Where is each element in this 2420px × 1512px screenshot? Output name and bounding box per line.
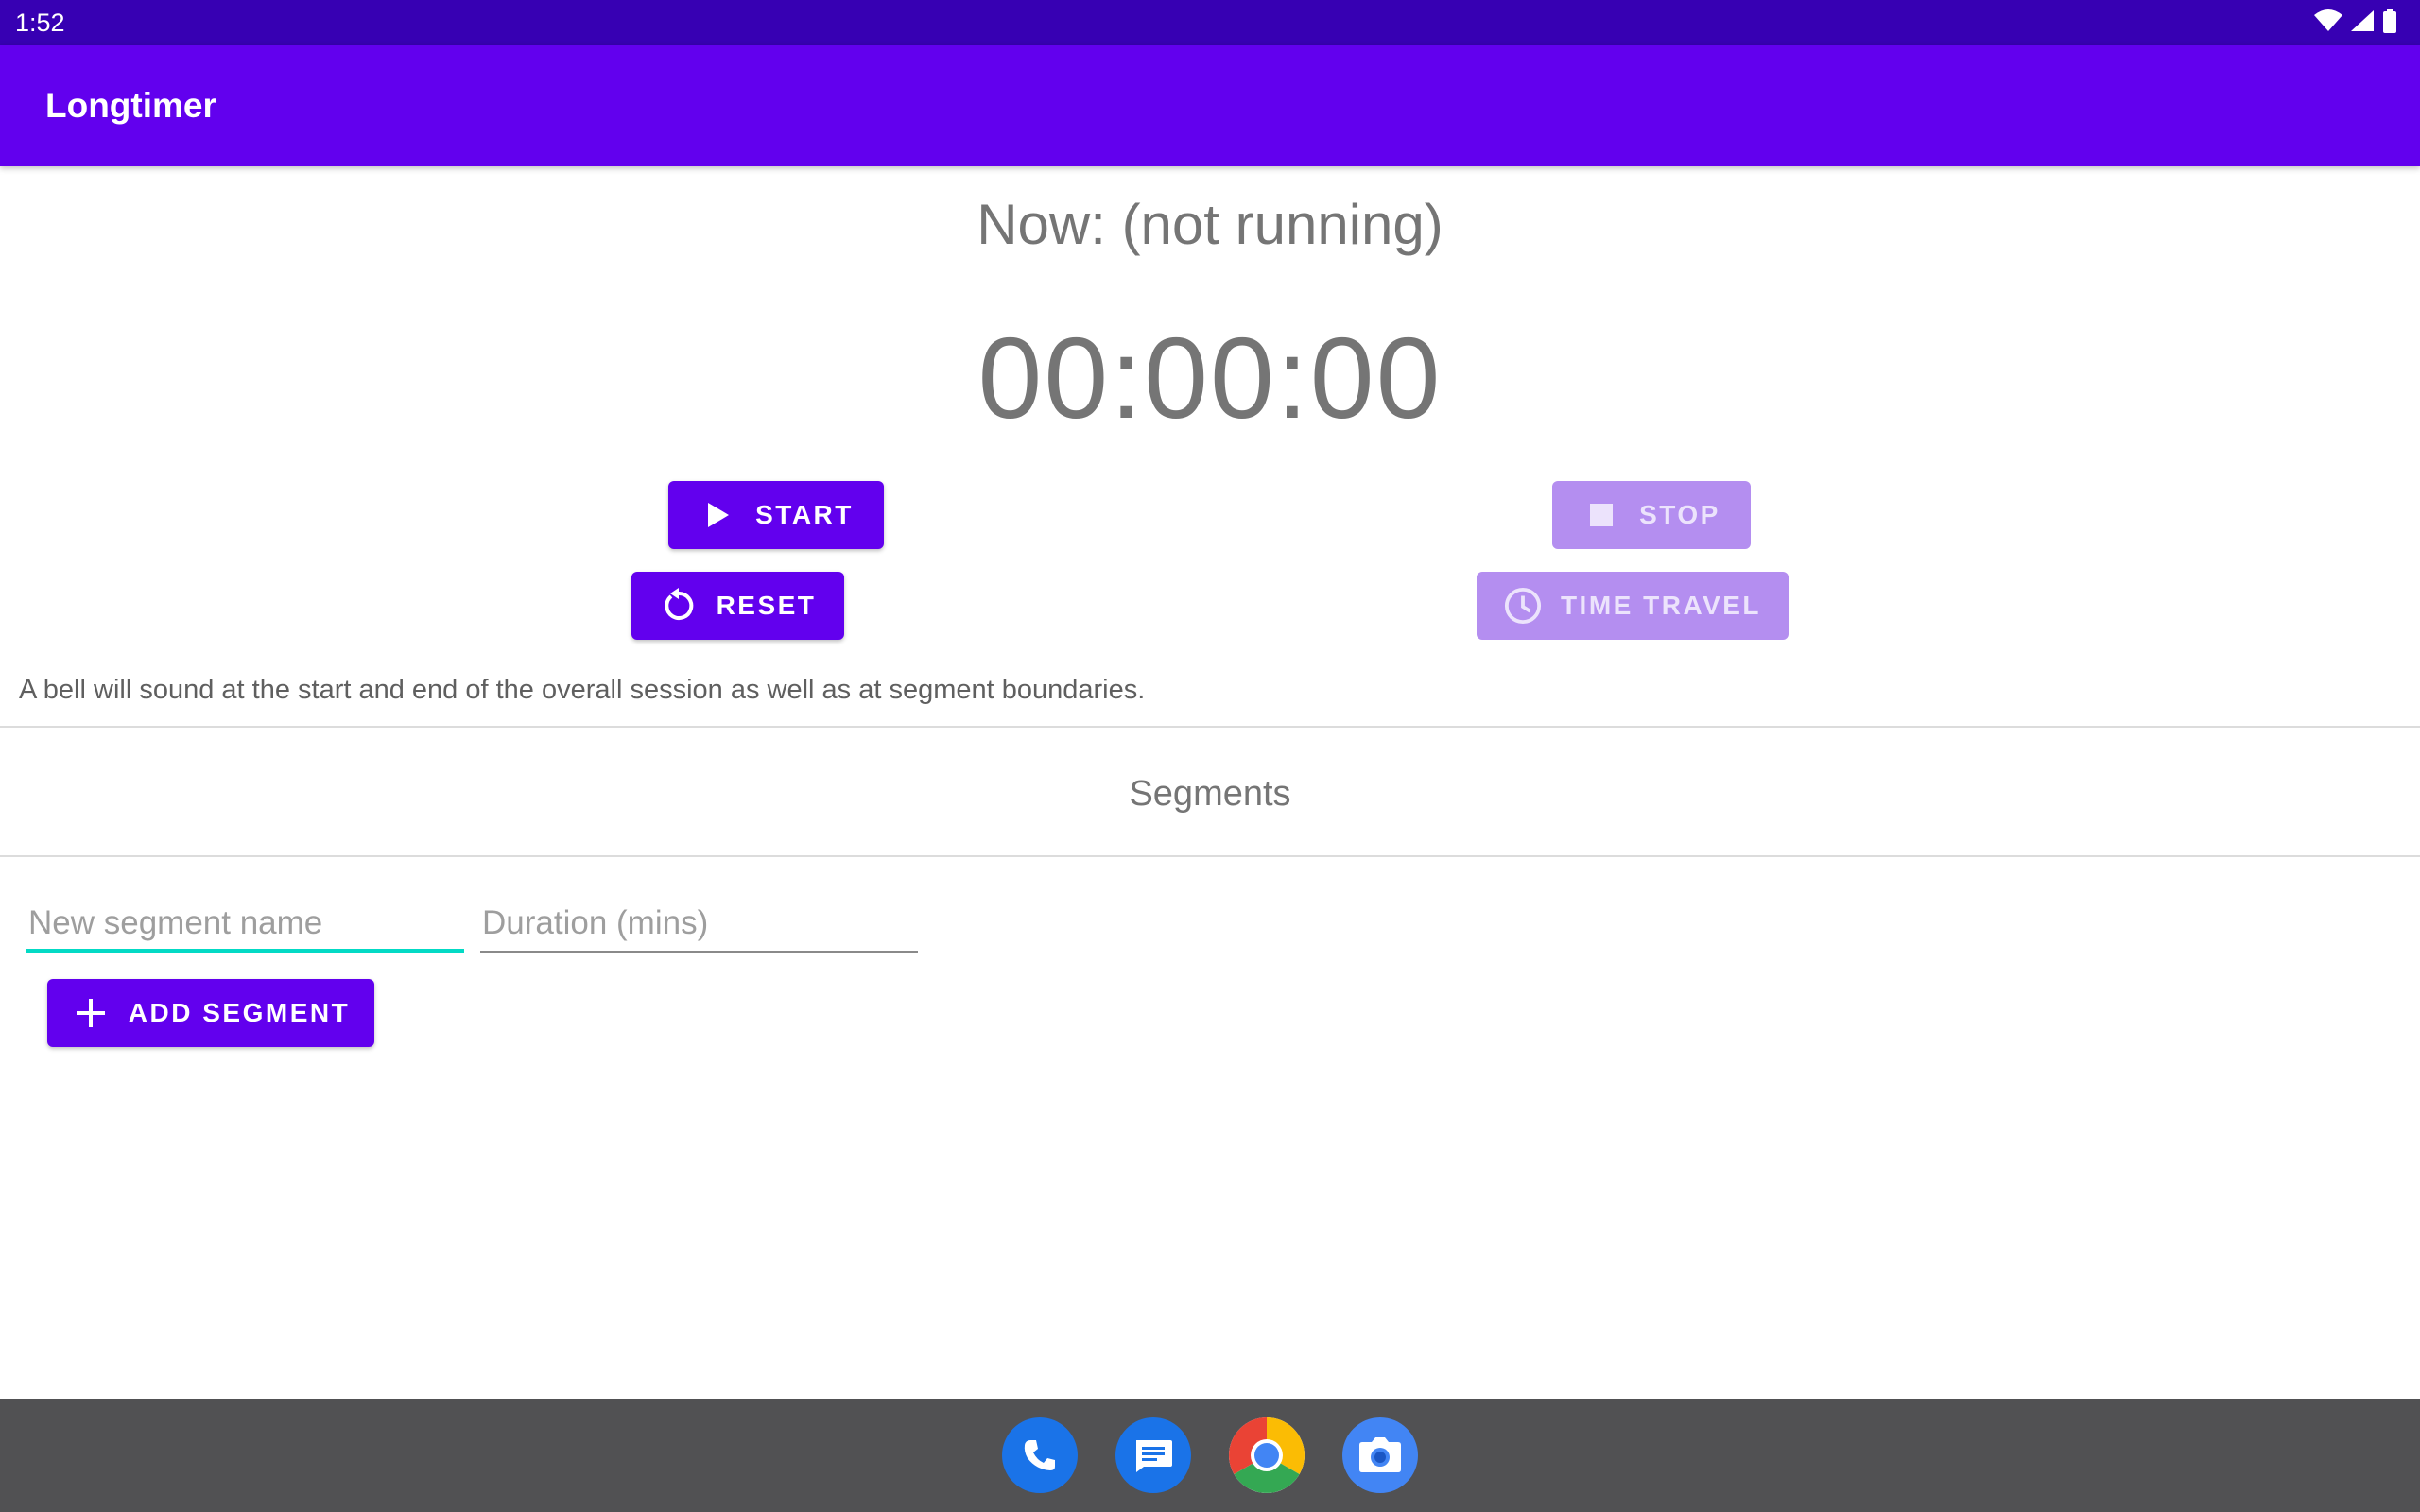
status-time: 1:52 (15, 9, 65, 37)
stop-icon (1582, 496, 1620, 534)
reset-icon (660, 587, 698, 625)
plus-icon (72, 994, 110, 1032)
segment-name-underline (26, 949, 464, 953)
phone-icon[interactable] (1002, 1418, 1078, 1493)
time-travel-button-label: TIME TRAVEL (1560, 591, 1762, 620)
app-bar: Longtimer (0, 45, 2420, 166)
start-button[interactable]: START (668, 481, 884, 549)
signal-icon (2350, 9, 2375, 37)
chrome-icon[interactable] (1229, 1418, 1305, 1493)
stop-button[interactable]: STOP (1552, 481, 1751, 549)
segment-name-input[interactable] (26, 898, 464, 949)
duration-field[interactable] (480, 898, 918, 953)
duration-input[interactable] (480, 898, 918, 949)
reset-button[interactable]: RESET (631, 572, 844, 640)
nav-bar (0, 1399, 2420, 1512)
status-icons (2314, 8, 2397, 38)
time-travel-button[interactable]: TIME TRAVEL (1477, 572, 1789, 640)
battery-icon (2382, 8, 2397, 38)
segments-title: Segments (1129, 774, 1291, 814)
add-segment-button-label: ADD SEGMENT (128, 998, 351, 1027)
status-bar: 1:52 (0, 0, 2420, 45)
play-icon (699, 496, 736, 534)
bell-note: A bell will sound at the start and end o… (19, 675, 1146, 705)
elapsed-timer: 00:00:00 (977, 314, 1443, 442)
wifi-icon (2314, 9, 2342, 37)
now-label: Now: (not running) (977, 193, 1443, 256)
clock-icon (1504, 587, 1542, 625)
camera-icon[interactable] (1342, 1418, 1418, 1493)
reset-button-label: RESET (716, 591, 817, 620)
segment-name-field[interactable] (26, 898, 464, 953)
app-title: Longtimer (45, 86, 216, 125)
duration-underline (480, 951, 918, 953)
add-segment-button[interactable]: ADD SEGMENT (47, 979, 374, 1047)
start-button-label: START (755, 500, 854, 529)
stop-button-label: STOP (1639, 500, 1720, 529)
divider-top (0, 726, 2420, 728)
messages-icon[interactable] (1115, 1418, 1191, 1493)
divider-bottom (0, 855, 2420, 857)
